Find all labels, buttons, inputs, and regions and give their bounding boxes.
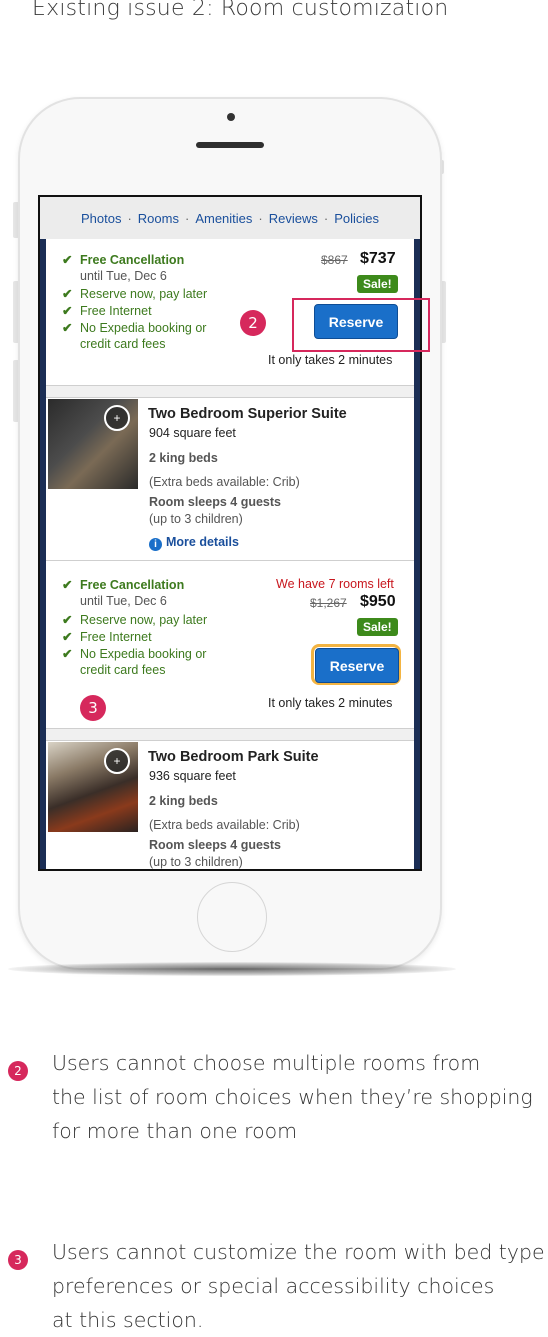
perk-item: ✔ No Expedia booking or (62, 647, 207, 661)
more-details-link[interactable]: i More details (149, 535, 239, 551)
note-line: preferences or special accessibility cho… (52, 1274, 495, 1298)
perk-item: ✔ Reserve now, pay later (62, 287, 208, 301)
reserve-button[interactable]: Reserve (315, 648, 399, 683)
info-icon: i (149, 538, 162, 551)
check-icon: ✔ (62, 647, 73, 661)
room-sleeps: Room sleeps 4 guests (149, 495, 281, 509)
zoom-icon[interactable]: + (104, 405, 130, 431)
cancellation-date: until Tue, Dec 6 (80, 269, 167, 283)
check-icon: ✔ (62, 630, 73, 644)
takes-note: It only takes 2 minutes (268, 696, 393, 710)
issue-marker-3: 3 (80, 695, 106, 721)
phone-speaker (196, 142, 264, 148)
note-line: the list of room choices when they’re sh… (52, 1085, 533, 1109)
home-button[interactable] (197, 882, 267, 952)
nav-photos[interactable]: Photos (81, 211, 121, 226)
room-name: Two Bedroom Park Suite (148, 749, 319, 765)
divider (46, 728, 414, 729)
page-heading: Existing issue 2: Room customization (32, 0, 449, 21)
room-beds: 2 king beds (149, 794, 218, 808)
check-icon: ✔ (62, 578, 73, 592)
perk-item: ✔ Free Internet (62, 630, 152, 644)
section-gap (46, 385, 414, 397)
note-3: Users cannot customize the room with bed… (52, 1235, 545, 1337)
check-icon: ✔ (62, 253, 73, 267)
note-line: Users cannot choose multiple rooms from (52, 1051, 481, 1075)
room-size: 904 square feet (149, 426, 236, 440)
takes-note: It only takes 2 minutes (268, 353, 393, 367)
room-name: Two Bedroom Superior Suite (148, 406, 347, 422)
current-price: $737 (360, 250, 396, 267)
nav-separator: · (323, 210, 329, 226)
room-children: (up to 3 children) (149, 855, 243, 869)
perk-item-continued: credit card fees (80, 337, 166, 351)
room-beds: 2 king beds (149, 451, 218, 465)
room-children: (up to 3 children) (149, 512, 243, 526)
extra-beds: (Extra beds available: Crib) (149, 475, 300, 489)
issue-2-highlight (292, 298, 430, 352)
check-icon: ✔ (62, 304, 73, 318)
divider (46, 397, 414, 398)
nav-rooms[interactable]: Rooms (138, 211, 179, 226)
perk-item: ✔ No Expedia booking or (62, 321, 207, 335)
check-icon: ✔ (62, 613, 73, 627)
note-line: at this section. (52, 1308, 204, 1332)
nav-separator: · (258, 210, 263, 226)
rooms-left-notice: We have 7 rooms left (276, 577, 394, 591)
nav-separator: · (127, 210, 132, 226)
perk-item-continued: credit card fees (80, 663, 166, 677)
old-price: $1,267 (310, 596, 347, 610)
perk-item: ✔ Free Internet (62, 304, 152, 318)
note-line: for more than one room (52, 1119, 298, 1143)
cancellation-date: until Tue, Dec 6 (80, 594, 167, 608)
zoom-icon[interactable]: + (104, 748, 130, 774)
perk-item: ✔ Reserve now, pay later (62, 613, 208, 627)
sale-badge: Sale! (357, 618, 398, 636)
nav-reviews[interactable]: Reviews (269, 211, 318, 226)
section-gap (46, 728, 414, 740)
divider (46, 560, 414, 561)
extra-beds: (Extra beds available: Crib) (149, 818, 300, 832)
divider (46, 740, 414, 741)
sale-badge: Sale! (357, 275, 398, 293)
check-icon: ✔ (62, 321, 73, 335)
phone-screen: Photos · Rooms · Amenities · Reviews · Polic… (38, 195, 422, 871)
issue-marker-2: 2 (240, 310, 266, 336)
nav-policies[interactable]: Policies (334, 211, 379, 226)
note-line: Users cannot customize the room with bed… (52, 1240, 545, 1264)
nav-separator: · (184, 210, 190, 226)
note-marker-2: 2 (8, 1061, 28, 1081)
current-price: $950 (360, 593, 396, 610)
room-size: 936 square feet (149, 769, 236, 783)
phone-camera (227, 113, 235, 121)
old-price: $867 (321, 253, 348, 267)
note-2: Users cannot choose multiple rooms from … (52, 1046, 533, 1148)
free-cancellation-label: ✔ Free Cancellation (62, 578, 185, 592)
divider (46, 385, 414, 386)
note-marker-3: 3 (8, 1250, 28, 1270)
phone-shadow (8, 962, 456, 976)
check-icon: ✔ (62, 287, 73, 301)
free-cancellation-label: ✔ Free Cancellation (62, 253, 185, 267)
room-sleeps: Room sleeps 4 guests (149, 838, 281, 852)
nav-amenities[interactable]: Amenities (195, 211, 252, 226)
section-nav: Photos · Rooms · Amenities · Reviews · Polic… (40, 197, 420, 239)
